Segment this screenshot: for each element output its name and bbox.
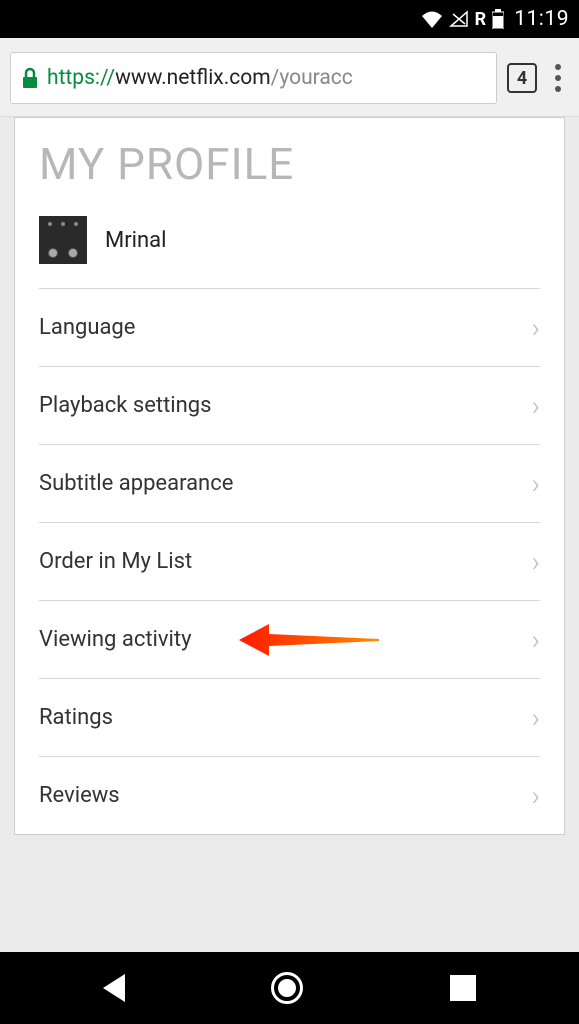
signal-icon	[449, 10, 469, 28]
status-bar: R 11:19	[0, 0, 579, 38]
battery-icon	[492, 9, 504, 29]
menu-item-playback-settings[interactable]: Playback settings ›	[39, 367, 540, 445]
url-protocol: https://	[47, 66, 115, 90]
url-bar[interactable]: https://www.netflix.com/youracc	[10, 52, 497, 104]
status-icons: R 11:19	[421, 7, 569, 31]
menu-item-order-in-my-list[interactable]: Order in My List ›	[39, 523, 540, 601]
status-clock: 11:19	[514, 7, 569, 31]
menu-item-ratings[interactable]: Ratings ›	[39, 679, 540, 757]
chevron-right-icon: ›	[532, 467, 540, 500]
profile-header: Mrinal	[39, 216, 540, 289]
overflow-menu-button[interactable]	[547, 62, 569, 94]
menu-dot-icon	[555, 75, 561, 81]
tabs-count: 4	[517, 68, 527, 89]
profile-name: Mrinal	[105, 228, 166, 253]
menu-item-label: Subtitle appearance	[39, 471, 233, 496]
menu-item-label: Ratings	[39, 705, 113, 730]
menu-item-label: Viewing activity	[39, 627, 192, 652]
roaming-indicator: R	[475, 9, 487, 30]
page-content: MY PROFILE Mrinal Language›Playback sett…	[0, 117, 579, 835]
menu-item-language[interactable]: Language ›	[39, 289, 540, 367]
chevron-right-icon: ›	[532, 389, 540, 422]
menu-item-label: Language	[39, 315, 135, 340]
browser-omnibox-bar: https://www.netflix.com/youracc 4	[0, 38, 579, 117]
menu-dot-icon	[555, 86, 561, 92]
menu-item-subtitle-appearance[interactable]: Subtitle appearance ›	[39, 445, 540, 523]
menu-item-label: Playback settings	[39, 393, 212, 418]
settings-menu: Language›Playback settings›Subtitle appe…	[39, 289, 540, 834]
avatar	[39, 216, 87, 264]
menu-item-label: Reviews	[39, 783, 120, 808]
menu-item-reviews[interactable]: Reviews ›	[39, 757, 540, 834]
chevron-right-icon: ›	[532, 701, 540, 734]
chevron-right-icon: ›	[532, 311, 540, 344]
page-title: MY PROFILE	[39, 138, 540, 190]
home-button[interactable]	[271, 972, 303, 1004]
chevron-right-icon: ›	[532, 545, 540, 578]
menu-dot-icon	[555, 64, 561, 70]
chevron-right-icon: ›	[532, 779, 540, 812]
url-host: www.netflix.com	[115, 66, 271, 90]
chevron-right-icon: ›	[532, 623, 540, 656]
android-nav-bar	[0, 952, 579, 1024]
annotation-arrow-icon	[239, 620, 379, 660]
recent-apps-button[interactable]	[450, 975, 476, 1001]
menu-item-viewing-activity[interactable]: Viewing activity ›	[39, 601, 540, 679]
url-path: /youracc	[271, 66, 353, 90]
lock-icon	[21, 67, 39, 89]
back-button[interactable]	[103, 974, 125, 1002]
menu-item-label: Order in My List	[39, 549, 192, 574]
wifi-icon	[421, 10, 443, 28]
profile-panel: MY PROFILE Mrinal Language›Playback sett…	[14, 117, 565, 835]
tabs-button[interactable]: 4	[507, 63, 537, 93]
